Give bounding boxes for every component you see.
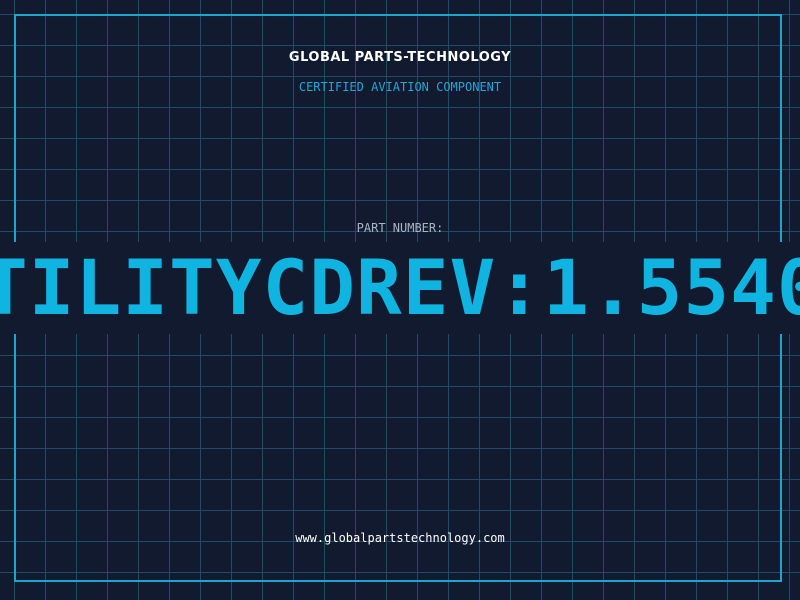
part-number-value: TILITYCDREV:1.5540 xyxy=(0,243,800,332)
part-number-band: TILITYCDREV:1.5540 xyxy=(0,242,800,334)
website-url: www.globalpartstechnology.com xyxy=(295,531,505,545)
part-number-label: PART NUMBER: xyxy=(356,221,444,235)
brand-title: GLOBAL PARTS-TECHNOLOGY xyxy=(288,50,512,65)
certification-subtitle: CERTIFIED AVIATION COMPONENT xyxy=(298,80,502,94)
